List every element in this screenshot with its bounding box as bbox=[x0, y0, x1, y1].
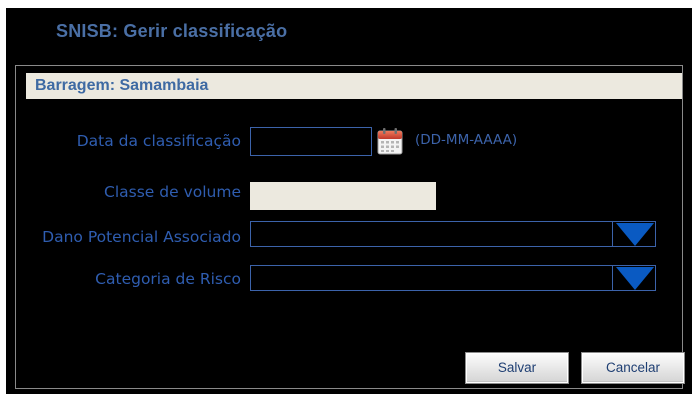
categoria-risco-label: Categoria de Risco bbox=[95, 270, 241, 288]
date-format-hint: (DD-MM-AAAA) bbox=[415, 132, 518, 148]
classification-panel: Barragem: Samambaia Data da classificaçã… bbox=[15, 65, 685, 389]
dialog-window: SNISB: Gerir classificação Barragem: Sam… bbox=[6, 8, 692, 394]
panel-header: Barragem: Samambaia bbox=[26, 73, 682, 99]
save-button[interactable]: Salvar bbox=[465, 352, 569, 384]
calendar-icon[interactable] bbox=[377, 127, 403, 155]
cancel-button[interactable]: Cancelar bbox=[581, 352, 685, 384]
data-classificacao-label: Data da classificação bbox=[76, 132, 241, 150]
dano-potencial-label: Dano Potencial Associado bbox=[42, 228, 241, 246]
data-classificacao-input[interactable] bbox=[250, 127, 372, 156]
dano-potencial-dropdown-arrow[interactable] bbox=[612, 222, 655, 246]
dano-potencial-select[interactable] bbox=[250, 221, 656, 247]
classe-volume-field bbox=[250, 182, 436, 210]
window-title: SNISB: Gerir classificação bbox=[56, 21, 288, 41]
classe-volume-label: Classe de volume bbox=[104, 183, 241, 201]
categoria-risco-dropdown-arrow[interactable] bbox=[612, 266, 655, 290]
categoria-risco-select[interactable] bbox=[250, 265, 656, 291]
